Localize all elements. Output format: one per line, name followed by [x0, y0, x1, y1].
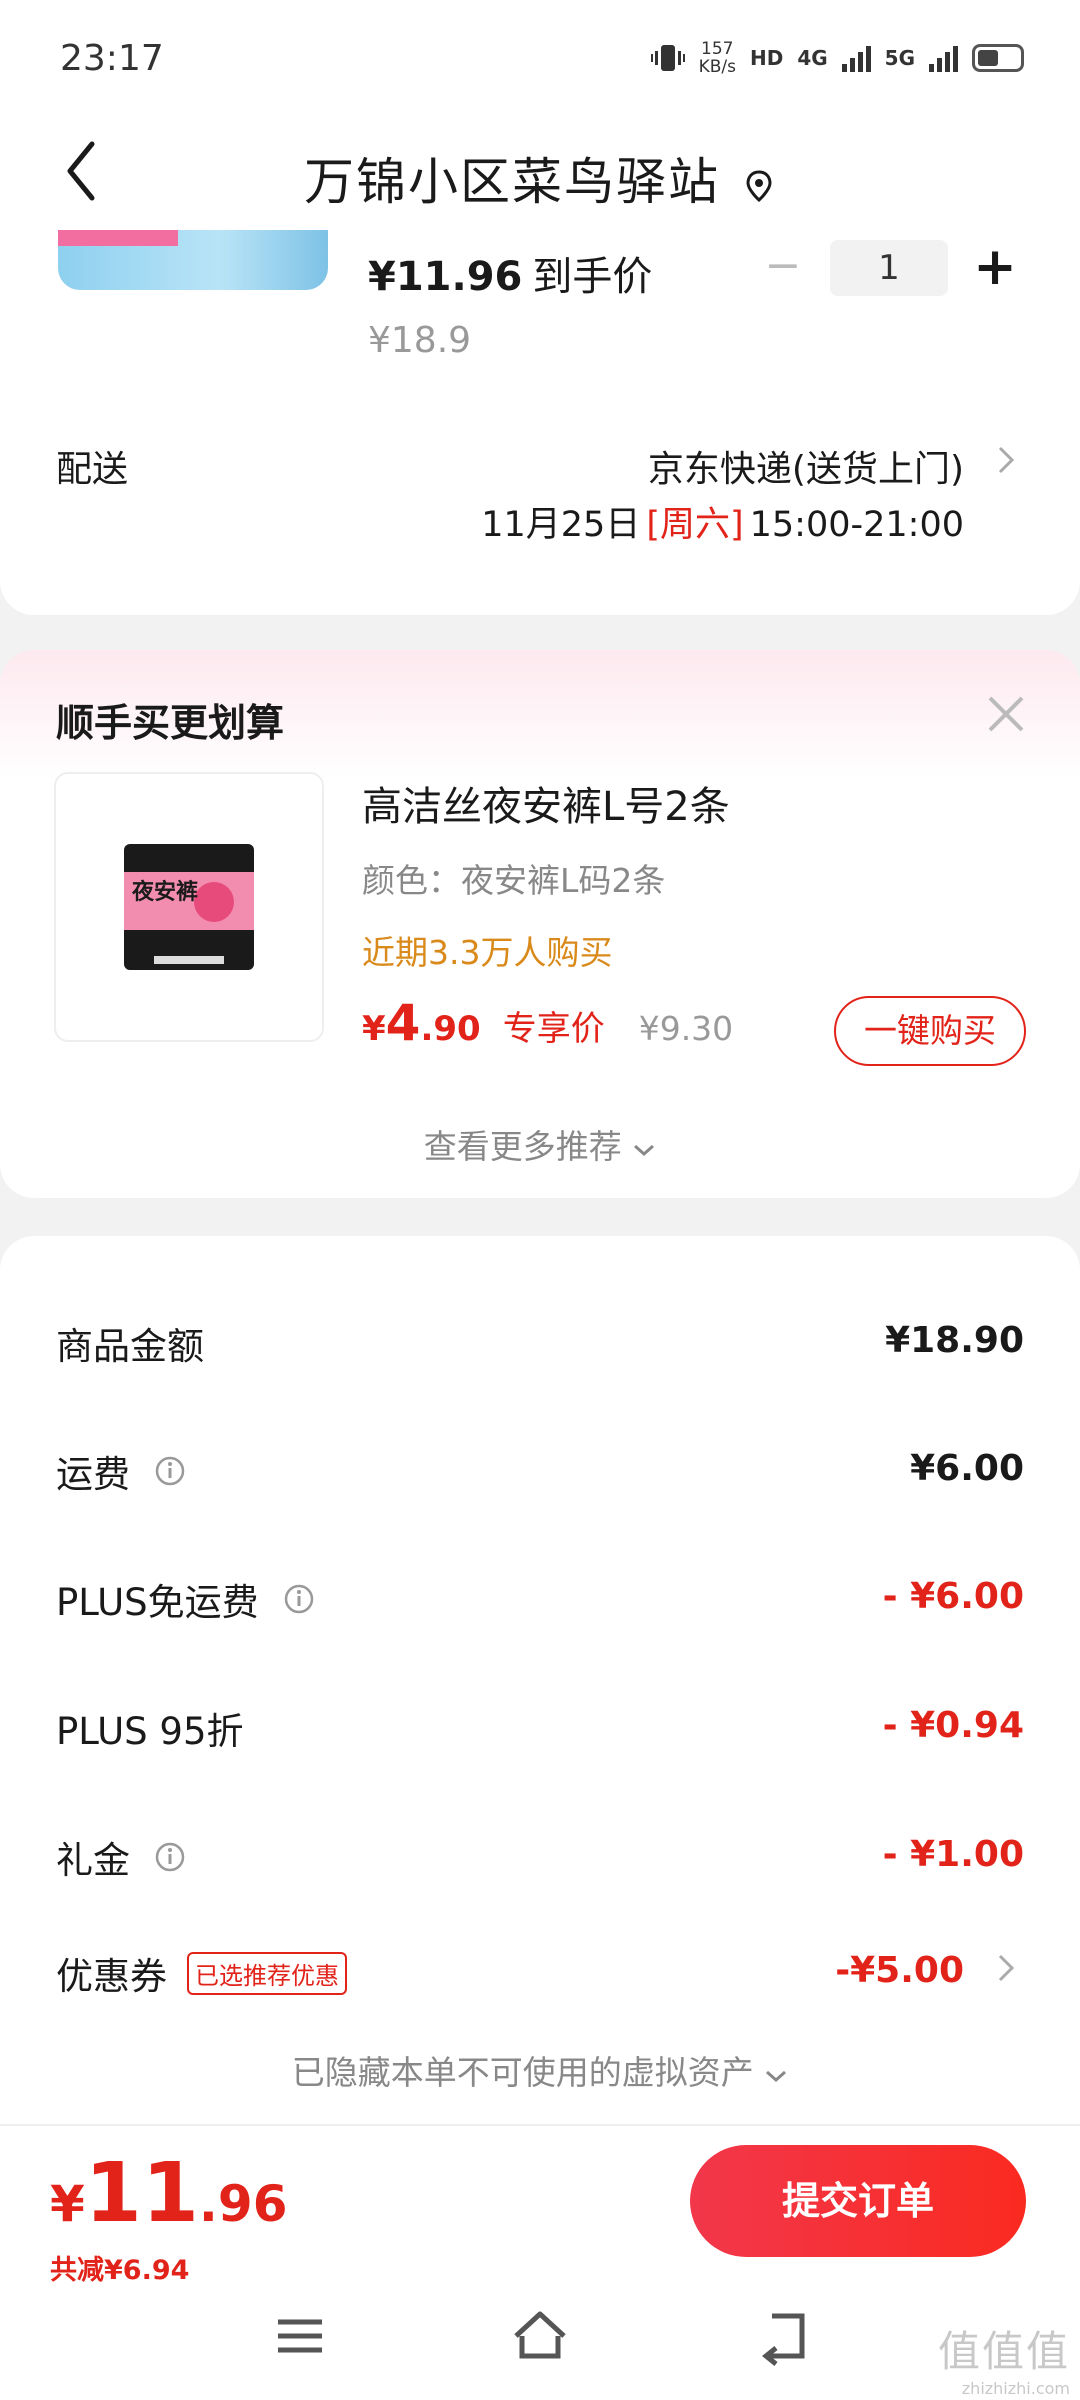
- summary-row-gift-money: 礼金 - ¥1.00: [56, 1830, 1024, 1890]
- order-item-card: ¥11.96 到手价 ¥18.9 − 1 + 配送 京东快递(送货上门) 11月2…: [0, 230, 1080, 615]
- home-icon[interactable]: [510, 2306, 570, 2366]
- summary-row-coupon[interactable]: 优惠券 已选推荐优惠 -¥5.00: [56, 1946, 964, 2006]
- chevron-down-icon: [634, 1144, 655, 1157]
- item-price: ¥11.96: [368, 254, 523, 300]
- quantity-input[interactable]: 1: [830, 240, 948, 296]
- total-int: 11: [84, 2146, 199, 2241]
- checkout-bar: ¥11.96 共减¥6.94 提交订单 值值值 zhizhizhi.com: [0, 2124, 1080, 2400]
- summary-value: ¥6.00: [910, 1448, 1024, 1489]
- status-time: 23:17: [60, 38, 164, 79]
- summary-row-plus-discount: PLUS 95折 - ¥0.94: [56, 1701, 1024, 1761]
- signal-bars-1-icon: [841, 44, 871, 72]
- recommend-price-int: 4: [385, 994, 421, 1052]
- total-price: ¥11.96: [50, 2146, 288, 2241]
- network-4g: 4G: [797, 46, 828, 70]
- total-currency: ¥: [50, 2175, 85, 2233]
- shipping-weekday: [周六]: [646, 505, 744, 545]
- speed-value: 157: [701, 39, 734, 59]
- summary-label: 运费: [56, 1444, 186, 1498]
- recommend-sold-count: 近期3.3万人购买: [362, 933, 613, 972]
- summary-value: ¥18.90: [885, 1320, 1024, 1361]
- item-price-label: 到手价: [532, 254, 653, 300]
- battery-icon: [972, 44, 1024, 72]
- decrease-quantity-button[interactable]: −: [758, 243, 808, 293]
- shipping-carrier[interactable]: 京东快递(送货上门): [648, 440, 964, 492]
- system-nav-bar: [0, 2296, 1080, 2396]
- summary-label: 优惠券 已选推荐优惠: [56, 1946, 347, 2000]
- summary-row-shipping-fee: 运费 ¥6.00: [56, 1444, 1024, 1504]
- summary-label: PLUS免运费: [56, 1572, 315, 1626]
- total-dec: .96: [198, 2175, 288, 2233]
- summary-label: 礼金: [56, 1830, 186, 1884]
- recommend-product-name[interactable]: 高洁丝夜安裤L号2条: [362, 774, 730, 832]
- total-saved[interactable]: 共减¥6.94: [50, 2248, 189, 2287]
- hd-indicator: HD: [749, 46, 784, 70]
- page-title[interactable]: 万锦小区菜鸟驿站: [0, 142, 1080, 214]
- package-text: 夜安裤: [132, 879, 199, 905]
- watermark-url: zhizhizhi.com: [961, 2379, 1070, 2398]
- chevron-right-icon[interactable]: [990, 442, 1020, 478]
- speed-unit: KB/s: [698, 57, 736, 77]
- recommend-title: 顺手买更划算: [56, 701, 285, 745]
- menu-icon[interactable]: [270, 2306, 330, 2366]
- recommend-product-spec: 颜色：夜安裤L码2条: [362, 861, 666, 900]
- shipping-window: 15:00-21:00: [749, 505, 964, 545]
- watermark: 值值值 zhizhizhi.com: [938, 2318, 1070, 2398]
- signal-bars-2-icon: [929, 44, 958, 72]
- hidden-assets-text: 已隐藏本单不可使用的虚拟资产: [291, 2053, 754, 2092]
- shipping-date: 11月25日: [481, 505, 641, 545]
- info-icon[interactable]: [283, 1583, 315, 1615]
- order-confirm-page: 23:17 157 KB/s HD 4G 5G 万锦小区菜鸟驿站 ¥11.96 到…: [0, 0, 1080, 2400]
- item-original-price: ¥18.9: [368, 320, 472, 361]
- more-recommend-text: 查看更多推荐: [423, 1127, 622, 1166]
- page-title-text: 万锦小区菜鸟驿站: [304, 153, 720, 211]
- summary-value: - ¥1.00: [882, 1834, 1024, 1875]
- shipping-time: 11月25日 [周六] 15:00-21:00: [481, 496, 964, 547]
- recommend-price-dec: .90: [420, 1009, 481, 1049]
- info-icon[interactable]: [154, 1841, 186, 1873]
- summary-row-plus-free-shipping: PLUS免运费 - ¥6.00: [56, 1572, 1024, 1632]
- watermark-text: 值值值: [937, 2327, 1070, 2376]
- summary-value: - ¥0.94: [882, 1705, 1024, 1746]
- chevron-right-icon[interactable]: [990, 1950, 1020, 1986]
- page-header: 万锦小区菜鸟驿站: [0, 120, 1080, 230]
- increase-quantity-button[interactable]: +: [970, 241, 1020, 293]
- summary-value: -¥5.00: [835, 1950, 964, 1991]
- item-price-line: ¥11.96 到手价: [368, 244, 652, 302]
- recommend-price-currency: ¥: [362, 1009, 386, 1049]
- status-icons: 157 KB/s HD 4G 5G: [650, 40, 1024, 76]
- product-thumbnail[interactable]: [58, 230, 328, 290]
- more-recommend-link[interactable]: 查看更多推荐: [0, 1120, 1080, 1168]
- recommend-price-tag: 专享价: [502, 1009, 605, 1049]
- network-speed: 157 KB/s: [699, 40, 736, 76]
- product-package-image: 夜安裤: [124, 844, 254, 970]
- info-icon[interactable]: [154, 1455, 186, 1487]
- one-click-buy-button[interactable]: 一键购买: [834, 996, 1026, 1066]
- summary-label: PLUS 95折: [56, 1710, 244, 1753]
- quantity-stepper: − 1 +: [758, 240, 1020, 296]
- network-5g: 5G: [884, 46, 915, 70]
- recommend-product-image[interactable]: 夜安裤: [54, 772, 324, 1042]
- status-bar: 23:17 157 KB/s HD 4G 5G: [0, 0, 1080, 120]
- hidden-assets-toggle[interactable]: 已隐藏本单不可使用的虚拟资产: [0, 2046, 1080, 2094]
- summary-label-text: 运费: [56, 1453, 130, 1496]
- summary-label-text: PLUS免运费: [56, 1581, 259, 1624]
- summary-row-goods: 商品金额 ¥18.90: [56, 1316, 1024, 1376]
- summary-label-text: 优惠券: [56, 1955, 167, 1998]
- recommend-original-price: ¥9.30: [638, 1009, 734, 1048]
- recommend-card: 顺手买更划算 夜安裤 高洁丝夜安裤L号2条 颜色：夜安裤L码2条 近期3.3万人…: [0, 650, 1080, 1198]
- price-summary-card: 商品金额 ¥18.90 运费 ¥6.00 PLUS免运费 - ¥6.00 PLU…: [0, 1236, 1080, 2124]
- coupon-status-badge: 已选推荐优惠: [187, 1951, 347, 1995]
- vibrate-icon: [650, 45, 685, 71]
- chevron-down-icon: [766, 2070, 787, 2083]
- shipping-label: 配送: [56, 449, 129, 490]
- location-pin-icon: [746, 169, 772, 202]
- submit-order-button[interactable]: 提交订单: [690, 2145, 1026, 2257]
- summary-label-text: 礼金: [56, 1839, 130, 1882]
- summary-value: - ¥6.00: [882, 1576, 1024, 1617]
- summary-label: 商品金额: [56, 1325, 204, 1368]
- back-nav-icon[interactable]: [752, 2306, 812, 2366]
- close-icon[interactable]: [984, 692, 1028, 736]
- recommend-price: ¥4.90 专享价 ¥9.30: [362, 994, 733, 1052]
